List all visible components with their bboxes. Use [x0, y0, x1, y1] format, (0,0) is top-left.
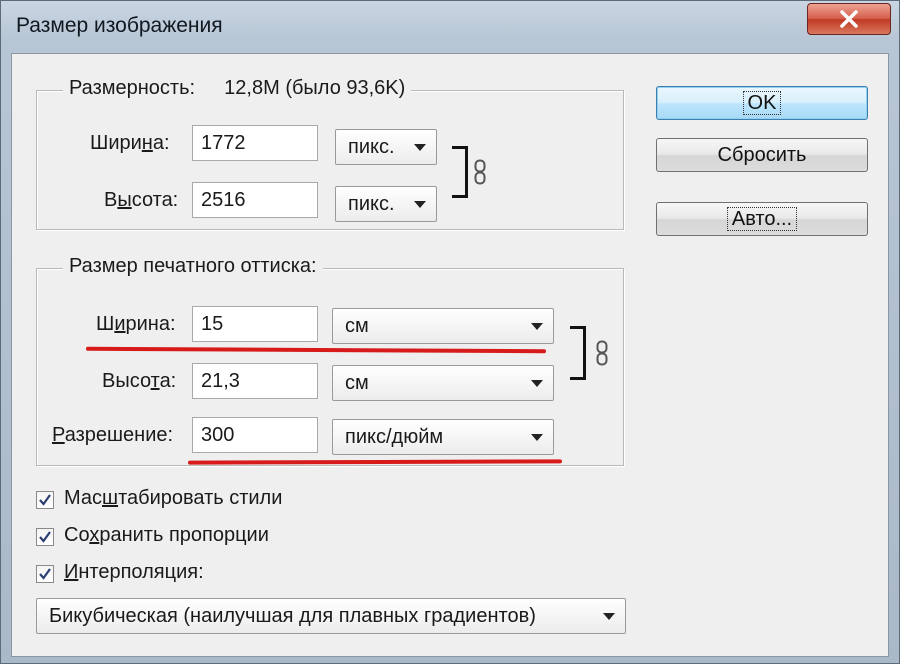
pixel-constrain-bracket: [452, 146, 468, 198]
doc-width-unit-select[interactable]: см: [332, 308, 554, 344]
scale-styles-checkbox[interactable]: [36, 491, 54, 509]
ok-button[interactable]: OK: [656, 86, 868, 120]
document-constrain-bracket: [570, 326, 586, 380]
chevron-down-icon: [603, 613, 615, 620]
reset-button[interactable]: Сбросить: [656, 138, 868, 172]
doc-width-label: Ширина:: [96, 313, 176, 335]
doc-height-input[interactable]: 21,3: [192, 363, 318, 399]
document-size-title: Размер печатного оттиска:: [63, 255, 323, 278]
resolution-input[interactable]: 300: [192, 417, 318, 453]
constrain-proportions-checkbox[interactable]: [36, 528, 54, 546]
resample-label[interactable]: Интерполяция:: [64, 561, 204, 584]
pixel-width-unit-select[interactable]: пикс.: [335, 129, 437, 165]
window-title: Размер изображения: [16, 14, 223, 37]
pixel-width-unit: пикс.: [348, 136, 395, 158]
checkmark-icon: [39, 568, 51, 580]
close-button[interactable]: [807, 3, 891, 35]
doc-height-unit-select[interactable]: см: [332, 365, 554, 401]
chain-link-icon: [474, 159, 486, 185]
pixel-height-unit-select[interactable]: пикс.: [335, 186, 437, 222]
chevron-down-icon: [531, 434, 543, 441]
chevron-down-icon: [414, 144, 426, 151]
checkmark-icon: [39, 494, 51, 506]
chain-link-icon: [596, 340, 608, 366]
pixel-height-label: Высота:: [104, 189, 179, 211]
resolution-label: Разрешение:: [52, 424, 174, 446]
scale-styles-label[interactable]: Масштабировать стили: [64, 487, 282, 510]
checkmark-icon: [39, 531, 51, 543]
auto-button-label: Авто...: [726, 207, 798, 231]
pixel-width-label: Ширина:: [90, 132, 170, 154]
doc-width-input[interactable]: 15: [192, 306, 318, 342]
reset-button-label: Сбросить: [717, 144, 807, 166]
interpolation-method-select[interactable]: Бикубическая (наилучшая для плавных град…: [36, 598, 626, 634]
title-bar[interactable]: Размер изображения: [1, 1, 900, 53]
dialog-client-area: Размерность: 12,8M (было 93,6K) Ширина: …: [11, 53, 889, 657]
pixel-dimensions-value: 12,8M (было 93,6K): [224, 77, 406, 99]
pixel-height-unit: пикс.: [348, 193, 395, 215]
pixel-height-input[interactable]: 2516: [192, 182, 318, 218]
close-icon: [840, 10, 858, 28]
chevron-down-icon: [531, 323, 543, 330]
pixel-dimensions-title: Размерность: 12,8M (было 93,6K): [63, 77, 412, 100]
pixel-width-input[interactable]: 1772: [192, 125, 318, 161]
doc-height-label: Высота:: [102, 370, 177, 392]
resolution-unit-select[interactable]: пикс/дюйм: [332, 419, 554, 455]
doc-width-unit: см: [345, 315, 369, 337]
chevron-down-icon: [531, 380, 543, 387]
dialog-window: Размер изображения Размерность: 12,8M (б…: [0, 0, 900, 664]
resample-checkbox[interactable]: [36, 565, 54, 583]
pixel-dimensions-label: Размерность:: [69, 77, 196, 99]
interpolation-method-value: Бикубическая (наилучшая для плавных град…: [49, 605, 536, 627]
resolution-unit: пикс/дюйм: [345, 426, 444, 448]
chevron-down-icon: [414, 201, 426, 208]
doc-height-unit: см: [345, 372, 369, 394]
ok-button-label: OK: [742, 91, 782, 115]
constrain-proportions-label[interactable]: Сохранить пропорции: [64, 524, 269, 547]
auto-button[interactable]: Авто...: [656, 202, 868, 236]
